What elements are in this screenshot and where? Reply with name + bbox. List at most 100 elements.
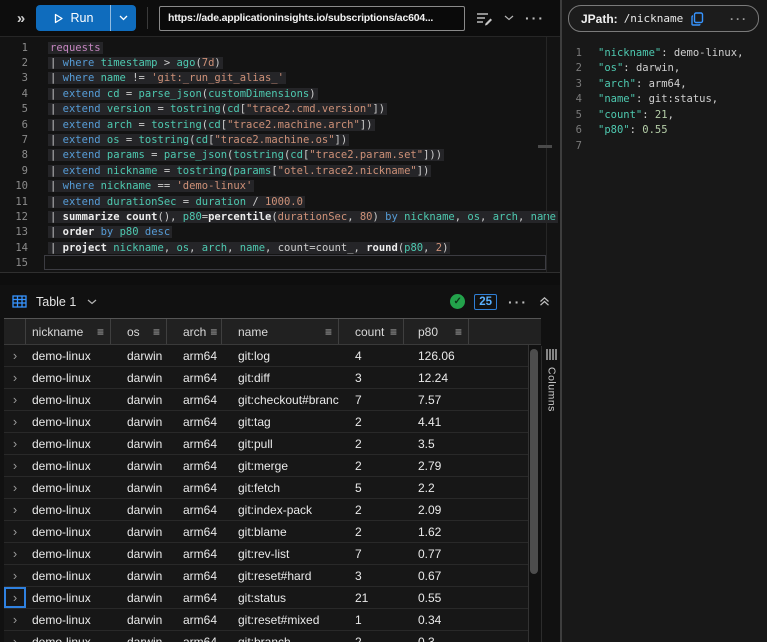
code-token: | [50, 242, 63, 254]
code-line[interactable]: 10| where nickname == 'demo-linux' [0, 179, 560, 194]
table-row[interactable]: ›demo-linuxdarwinarm64git:tag24.41 [4, 411, 528, 433]
cell-count: 4 [339, 349, 404, 363]
column-menu-icon[interactable]: ≡ [153, 325, 160, 339]
jpath-overflow-button[interactable]: ··· [730, 13, 748, 25]
code-token: p80 [183, 211, 202, 223]
table-row[interactable]: ›demo-linuxdarwinarm64git:pull23.5 [4, 433, 528, 455]
code-token: | [50, 103, 63, 115]
code-line[interactable]: 8| extend params = parse_json(tostring(c… [0, 148, 560, 163]
code-line[interactable]: 15 [0, 255, 560, 270]
cell-nickname: demo-linux [26, 547, 111, 561]
json-preview[interactable]: 1"nickname": demo-linux,2"os": darwin,3"… [562, 45, 767, 154]
column-header-count[interactable]: count≡ [339, 319, 404, 344]
column-menu-icon[interactable]: ≡ [390, 325, 397, 339]
table-selector[interactable]: Table 1 [36, 295, 76, 309]
code-text: | extend os = tostring(cd["trace2.machin… [48, 134, 349, 146]
table-row[interactable]: ›demo-linuxdarwinarm64git:merge22.79 [4, 455, 528, 477]
editor-scrollbar-thumb[interactable] [538, 145, 552, 148]
column-menu-icon[interactable]: ≡ [97, 325, 104, 339]
column-menu-icon[interactable]: ≡ [210, 325, 217, 339]
code-token: extend [63, 119, 101, 131]
code-line[interactable]: 7| extend os = tostring(cd["trace2.machi… [0, 132, 560, 147]
results-overflow-button[interactable]: ··· [508, 295, 528, 309]
code-token: os [467, 211, 480, 223]
table-row[interactable]: ›demo-linuxdarwinarm64git:status210.55 [4, 587, 528, 609]
code-token: desc [145, 226, 170, 238]
expand-panel-icon[interactable]: » [10, 10, 32, 27]
code-line[interactable]: 11| extend durationSec = duration / 1000… [0, 194, 560, 209]
row-expander-icon[interactable]: › [4, 613, 26, 626]
code-line[interactable]: 6| extend arch = tostring(cd["trace2.mac… [0, 117, 560, 132]
code-line[interactable]: 9| extend nickname = tostring(params["ot… [0, 163, 560, 178]
line-number: 2 [568, 62, 582, 74]
row-expander-icon[interactable]: › [4, 371, 26, 384]
row-expander-icon[interactable]: › [4, 415, 26, 428]
cell-arch: arm64 [167, 481, 222, 495]
table-row[interactable]: ›demo-linuxdarwinarm64git:reset#hard30.6… [4, 565, 528, 587]
code-line[interactable]: 3| where name != 'git:_run_git_alias_' [0, 71, 560, 86]
url-input[interactable]: https://ade.applicationinsights.io/subsc… [159, 6, 465, 31]
column-menu-icon[interactable]: ≡ [325, 325, 332, 339]
table-row[interactable]: ›demo-linuxdarwinarm64git:diff312.24 [4, 367, 528, 389]
column-header-p80[interactable]: p80≡ [404, 319, 469, 344]
table-row[interactable]: ›demo-linuxdarwinarm64git:checkout#branc… [4, 389, 528, 411]
toolbar-overflow-button[interactable]: ··· [525, 11, 545, 25]
row-expander-icon[interactable]: › [4, 503, 26, 516]
copy-button[interactable] [691, 12, 704, 26]
row-expander-icon[interactable]: › [4, 635, 26, 642]
code-line[interactable]: 12| summarize count(), p80=percentile(du… [0, 209, 560, 224]
format-query-button[interactable] [476, 11, 493, 26]
collapse-results-button[interactable] [539, 296, 550, 307]
code-token: "nickname" [598, 47, 661, 59]
code-text: | extend cd = parse_json(customDimension… [48, 88, 318, 100]
table-selector-chevron[interactable] [87, 299, 97, 305]
column-header-arch[interactable]: arch≡ [167, 319, 222, 344]
code-token: : darwin, [623, 62, 680, 74]
line-content: | extend params = parse_json(tostring(cd… [48, 149, 444, 161]
grid-scrollbar-thumb[interactable] [530, 349, 538, 574]
code-line[interactable]: 13| order by p80 desc [0, 225, 560, 240]
table-row[interactable]: ›demo-linuxdarwinarm64git:fetch52.2 [4, 477, 528, 499]
table-row[interactable]: ›demo-linuxdarwinarm64git:blame21.62 [4, 521, 528, 543]
row-expander-icon[interactable]: › [4, 525, 26, 538]
run-dropdown-button[interactable] [111, 5, 136, 31]
table-row[interactable]: ›demo-linuxdarwinarm64git:reset#mixed10.… [4, 609, 528, 631]
code-token: , count=count_, [265, 242, 366, 254]
table-row[interactable]: ›demo-linuxdarwinarm64git:index-pack22.0… [4, 499, 528, 521]
query-editor[interactable]: 1requests2| where timestamp > ago(7d)3| … [0, 37, 560, 272]
run-button[interactable]: Run [36, 5, 110, 31]
column-header-name[interactable]: name≡ [222, 319, 339, 344]
row-expander-icon[interactable]: › [4, 437, 26, 450]
grid-body: ›demo-linuxdarwinarm64git:log4126.06›dem… [4, 345, 529, 642]
table-row[interactable]: ›demo-linuxdarwinarm64git:branch20.3 [4, 631, 528, 642]
code-text: | where timestamp > ago(7d) [48, 57, 223, 69]
column-header-os[interactable]: os≡ [111, 319, 167, 344]
cell-os: darwin [111, 591, 167, 605]
line-content: "p80": 0.55 [598, 124, 668, 136]
panel-resize-handle[interactable] [0, 272, 560, 285]
column-header-nickname[interactable]: nickname≡ [26, 319, 111, 344]
row-expander-icon[interactable]: › [4, 587, 26, 608]
code-line[interactable]: 14| project nickname, os, arch, name, co… [0, 240, 560, 255]
row-expander-icon[interactable]: › [4, 481, 26, 494]
code-text: | extend version = tostring(cd["trace2.c… [48, 103, 387, 115]
code-line[interactable]: 5| extend version = tostring(cd["trace2.… [0, 102, 560, 117]
row-expander-icon[interactable]: › [4, 569, 26, 582]
column-menu-icon[interactable]: ≡ [455, 325, 462, 339]
code-line[interactable]: 4| extend cd = parse_json(customDimensio… [0, 86, 560, 101]
row-expander-icon[interactable]: › [4, 349, 26, 362]
detail-panel: JPath: /nickname ··· 1"nickname": demo-l… [562, 0, 767, 642]
cell-name: git:pull [222, 437, 339, 451]
table-row[interactable]: ›demo-linuxdarwinarm64git:rev-list70.77 [4, 543, 528, 565]
code-line[interactable]: 1requests [0, 40, 560, 55]
row-expander-icon[interactable]: › [4, 393, 26, 406]
row-expander-icon[interactable]: › [4, 459, 26, 472]
columns-tab[interactable]: Columns [544, 349, 559, 412]
code-line[interactable]: 2| where timestamp > ago(7d) [0, 55, 560, 70]
row-expander-icon[interactable]: › [4, 547, 26, 560]
code-text: | where nickname == 'demo-linux' [48, 180, 254, 192]
row-limit-badge[interactable]: 25 [474, 294, 497, 310]
table-row[interactable]: ›demo-linuxdarwinarm64git:log4126.06 [4, 345, 528, 367]
toolbar-chevron-button[interactable] [504, 15, 514, 21]
line-number: 13 [0, 226, 28, 238]
